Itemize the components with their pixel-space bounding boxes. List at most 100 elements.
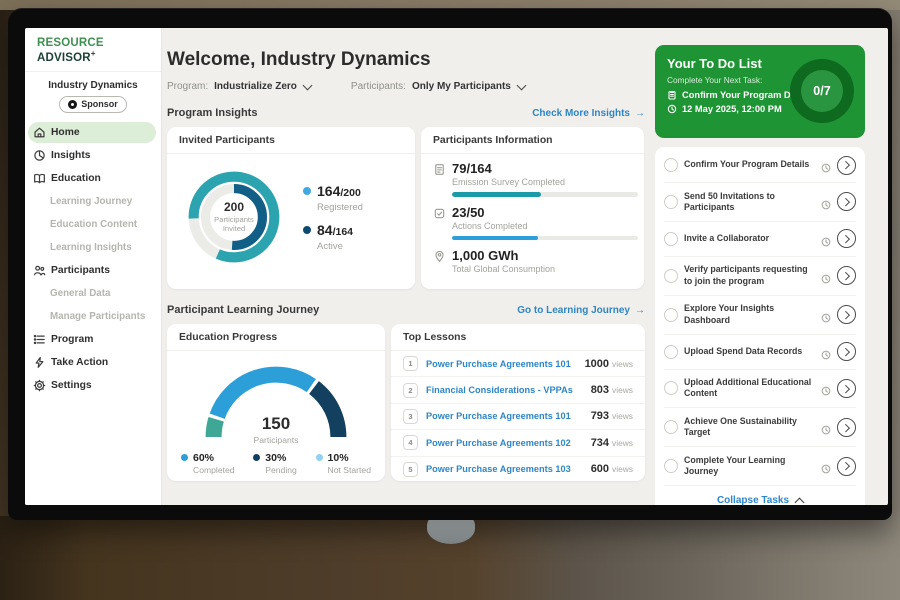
main-content: Welcome, Industry Dynamics Program: Indu… bbox=[167, 28, 645, 505]
sidebar-item-label: Settings bbox=[51, 380, 92, 391]
stat-value: 1,000 GWh bbox=[452, 248, 632, 263]
stat-value: 79/164 bbox=[452, 161, 638, 176]
stat-label: Actions Completed bbox=[452, 221, 638, 231]
program-label: Program: bbox=[167, 81, 208, 92]
action-icon bbox=[33, 356, 46, 369]
task-open-button[interactable] bbox=[837, 266, 856, 285]
task-row[interactable]: Explore Your Insights Dashboard bbox=[664, 296, 856, 335]
sidebar-item-insights[interactable]: Insights bbox=[28, 145, 156, 166]
donut-legend: 164/200 Registered 84/164 Active bbox=[303, 174, 363, 261]
list-icon bbox=[33, 333, 46, 346]
task-row[interactable]: Send 50 Invitations to Participants bbox=[664, 183, 856, 222]
lesson-rank: 1 bbox=[403, 356, 418, 371]
todo-hero: Your To Do List Complete Your Next Task:… bbox=[655, 45, 865, 138]
lesson-views-label: views bbox=[612, 385, 633, 395]
lesson-views: 803 bbox=[591, 384, 609, 396]
location-pin-icon bbox=[433, 250, 446, 263]
sidebar-item-manage-participants[interactable]: Manage Participants bbox=[28, 306, 156, 327]
check-square-icon bbox=[433, 207, 446, 220]
sidebar-item-education[interactable]: Education bbox=[28, 168, 156, 189]
task-row[interactable]: Verify participants requesting to join t… bbox=[664, 257, 856, 296]
chevron-down-icon bbox=[516, 80, 526, 90]
lesson-row: 1 Power Purchase Agreements 101 1000 vie… bbox=[391, 351, 645, 377]
task-open-button[interactable] bbox=[837, 379, 856, 398]
sidebar-item-participants[interactable]: Participants bbox=[28, 260, 156, 281]
sidebar-item-label: Learning Journey bbox=[50, 196, 132, 207]
sidebar-item-label: Education bbox=[51, 173, 101, 184]
sidebar-item-learning-insights[interactable]: Learning Insights bbox=[28, 237, 156, 258]
sidebar-item-settings[interactable]: Settings bbox=[28, 375, 156, 396]
lesson-link[interactable]: Power Purchase Agreements 103 bbox=[426, 464, 591, 474]
todo-task-list: Confirm Your Program Details Send 50 Inv… bbox=[655, 147, 865, 505]
task-label: Complete Your Learning Journey bbox=[684, 455, 815, 478]
task-open-button[interactable] bbox=[837, 457, 856, 476]
stat-label: Emission Survey Completed bbox=[452, 177, 638, 187]
go-to-learning-journey-link[interactable]: Go to Learning Journey → bbox=[517, 305, 645, 316]
lesson-link[interactable]: Financial Considerations - VPPAs bbox=[426, 385, 591, 395]
sidebar-item-home[interactable]: Home bbox=[28, 122, 156, 143]
task-checkbox[interactable] bbox=[664, 269, 678, 283]
sponsor-badge: Sponsor bbox=[59, 96, 127, 113]
lesson-rank: 5 bbox=[403, 462, 418, 477]
task-label: Invite a Collaborator bbox=[684, 233, 815, 244]
sidebar-item-label: Take Action bbox=[51, 357, 108, 368]
book-icon bbox=[33, 172, 46, 185]
collapse-tasks-link[interactable]: Collapse Tasks bbox=[664, 486, 856, 505]
task-timer-icon bbox=[821, 197, 831, 207]
sidebar-item-general-data[interactable]: General Data bbox=[28, 283, 156, 304]
clock-icon bbox=[667, 104, 677, 114]
legend-label: Completed bbox=[193, 465, 235, 475]
program-select[interactable]: Program: Industrialize Zero bbox=[167, 81, 311, 92]
task-checkbox[interactable] bbox=[664, 308, 678, 322]
sidebar-item-education-content[interactable]: Education Content bbox=[28, 214, 156, 235]
donut-center-value: 200 bbox=[206, 200, 262, 214]
sidebar-item-learning-journey[interactable]: Learning Journey bbox=[28, 191, 156, 212]
lesson-link[interactable]: Power Purchase Agreements 102 bbox=[426, 438, 591, 448]
lesson-link[interactable]: Power Purchase Agreements 101 bbox=[426, 359, 585, 369]
sidebar-item-take-action[interactable]: Take Action bbox=[28, 352, 156, 373]
legend-label: Active bbox=[317, 241, 353, 252]
section-title-learning-journey: Participant Learning Journey bbox=[167, 304, 319, 316]
legend-label: Registered bbox=[317, 202, 363, 213]
insights-icon bbox=[33, 149, 46, 162]
check-more-insights-link[interactable]: Check More Insights → bbox=[532, 108, 645, 119]
link-label: Go to Learning Journey bbox=[517, 305, 630, 316]
invited-participants-donut: 200 Participants Invited bbox=[179, 162, 289, 272]
task-checkbox[interactable] bbox=[664, 158, 678, 172]
sidebar: RESOURCE ADVISOR+ Industry Dynamics Spon… bbox=[25, 28, 162, 505]
lesson-link[interactable]: Power Purchase Agreements 101 bbox=[426, 411, 591, 421]
task-open-button[interactable] bbox=[837, 229, 856, 248]
participants-select[interactable]: Participants: Only My Participants bbox=[351, 81, 525, 92]
lesson-views: 1000 bbox=[585, 358, 609, 370]
task-checkbox[interactable] bbox=[664, 195, 678, 209]
lesson-rank: 4 bbox=[403, 435, 418, 450]
task-row[interactable]: Confirm Your Program Details bbox=[664, 148, 856, 183]
task-open-button[interactable] bbox=[837, 305, 856, 324]
task-row[interactable]: Complete Your Learning Journey bbox=[664, 447, 856, 486]
task-open-button[interactable] bbox=[837, 342, 856, 361]
progress-track bbox=[452, 192, 638, 197]
education-progress-card: Education Progress 150 Parti bbox=[167, 324, 385, 481]
task-row[interactable]: Achieve One Sustainability Target bbox=[664, 408, 856, 447]
task-checkbox[interactable] bbox=[664, 345, 678, 359]
sidebar-item-program[interactable]: Program bbox=[28, 329, 156, 350]
stat-label: Total Global Consumption bbox=[452, 264, 632, 274]
legend-dot bbox=[181, 454, 188, 461]
task-label: Send 50 Invitations to Participants bbox=[684, 191, 815, 214]
card-title: Top Lessons bbox=[391, 324, 645, 351]
gauge-legend: 60% Completed 30% Pending bbox=[177, 445, 375, 475]
task-label: Upload Additional Educational Content bbox=[684, 377, 815, 400]
task-row[interactable]: Invite a Collaborator bbox=[664, 222, 856, 257]
task-row[interactable]: Upload Additional Educational Content bbox=[664, 370, 856, 409]
task-open-button[interactable] bbox=[837, 418, 856, 437]
task-checkbox[interactable] bbox=[664, 420, 678, 434]
task-checkbox[interactable] bbox=[664, 459, 678, 473]
task-open-button[interactable] bbox=[837, 192, 856, 211]
task-checkbox[interactable] bbox=[664, 232, 678, 246]
lesson-views-label: views bbox=[612, 438, 633, 448]
task-checkbox[interactable] bbox=[664, 381, 678, 395]
lesson-views-label: views bbox=[612, 359, 633, 369]
task-open-button[interactable] bbox=[837, 156, 856, 175]
task-row[interactable]: Upload Spend Data Records bbox=[664, 335, 856, 370]
lesson-views-label: views bbox=[612, 411, 633, 421]
